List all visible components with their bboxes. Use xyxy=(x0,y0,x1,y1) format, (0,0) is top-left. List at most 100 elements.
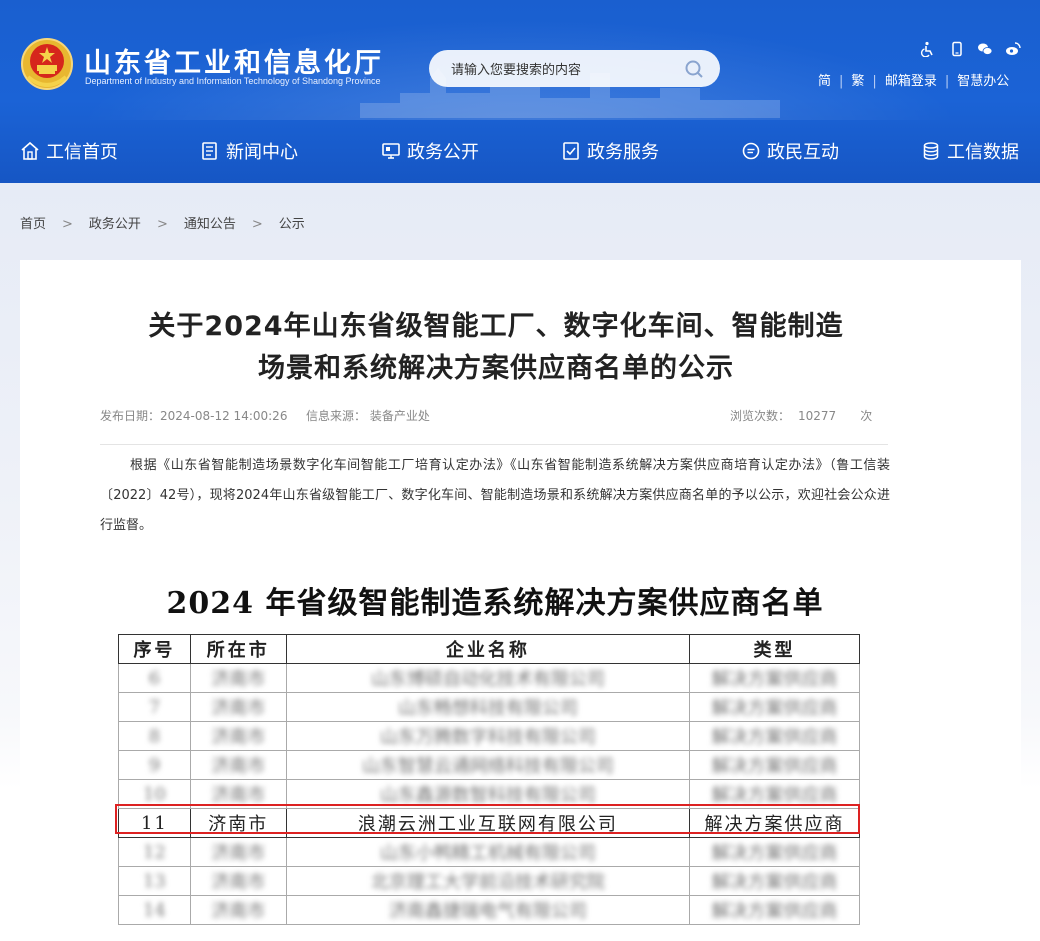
row-no: 12 xyxy=(118,837,191,867)
row-no: 11 xyxy=(118,808,191,838)
breadcrumb-gov-open[interactable]: 政务公开 xyxy=(89,217,141,232)
nav-home[interactable]: 工信首页 xyxy=(20,137,118,165)
row-type: 解决方案供应商 xyxy=(689,663,860,693)
header-type: 类型 xyxy=(689,634,860,664)
list-title: 2024 年省级智能制造系统解决方案供应商名单 xyxy=(166,586,824,621)
row-city: 济南市 xyxy=(189,837,287,867)
nav-interaction-label: 政民互动 xyxy=(767,142,839,163)
breadcrumb-home[interactable]: 首页 xyxy=(20,217,46,232)
accessibility-icon[interactable] xyxy=(919,41,935,58)
row-company: 浪潮云洲工业互联网有限公司 xyxy=(285,808,691,838)
row-type: 解决方案供应商 xyxy=(689,692,860,722)
site-title[interactable]: 山东省工业和信息化厅 xyxy=(84,41,384,80)
row-company: 山东小鸭精工机械有限公司 xyxy=(285,837,691,867)
article-title-line1: 关于2024年山东省级智能工厂、数字化车间、智能制造 xyxy=(148,311,844,342)
table-row: 13 济南市 北京理工大学前沿技术研究院 解决方案供应商 xyxy=(118,866,860,896)
row-city: 济南市 xyxy=(189,721,287,751)
row-no: 6 xyxy=(118,663,191,693)
breadcrumb-notices[interactable]: 通知公告 xyxy=(184,217,236,232)
site-header: 山东省工业和信息化厅 Department of Industry and In… xyxy=(0,0,1040,183)
row-type: 解决方案供应商 xyxy=(689,779,860,809)
nav-home-label: 工信首页 xyxy=(46,142,118,163)
top-links: 简 | 繁 | 邮箱登录 | 智慧办公 xyxy=(818,74,1010,89)
row-no: 7 xyxy=(118,692,191,722)
row-no: 9 xyxy=(118,750,191,780)
table-row: 10 济南市 山东鑫源数智科技有限公司 解决方案供应商 xyxy=(118,779,860,809)
row-company: 山东万腾数字科技有限公司 xyxy=(285,721,691,751)
row-type: 解决方案供应商 xyxy=(689,866,860,896)
row-city: 济南市 xyxy=(189,750,287,780)
row-no: 8 xyxy=(118,721,191,751)
nav-gov-open[interactable]: 政务公开 xyxy=(381,137,479,165)
row-city: 济南市 xyxy=(189,895,287,925)
view-count-label: 浏览次数： xyxy=(730,409,791,423)
home-icon xyxy=(21,141,39,160)
table-row: 6 济南市 山东博硕自动化技术有限公司 解决方案供应商 xyxy=(118,663,860,693)
smart-office-link[interactable]: 智慧办公 xyxy=(957,74,1009,89)
nav-interaction[interactable]: 政民互动 xyxy=(741,137,839,165)
article-body: 根据《山东省智能制造场景数字化车间智能工厂培育认定办法》《山东省智能制造系统解决… xyxy=(100,458,890,533)
row-city: 济南市 xyxy=(189,866,287,896)
table-row: 8 济南市 山东万腾数字科技有限公司 解决方案供应商 xyxy=(118,721,860,751)
table-row: 7 济南市 山东畅想科技有限公司 解决方案供应商 xyxy=(118,692,860,722)
publish-date: 发布日期：2024-08-12 14:00:26 xyxy=(100,409,288,423)
highlighted-row: 11 济南市 浪潮云洲工业互联网有限公司 解决方案供应商 xyxy=(118,808,860,838)
header-company: 企业名称 xyxy=(285,634,691,664)
row-company: 山东畅想科技有限公司 xyxy=(285,692,691,722)
table-row: 14 济南市 济南鑫捷瑞电气有限公司 解决方案供应商 xyxy=(118,895,860,925)
simplified-chinese-link[interactable]: 简 xyxy=(818,74,831,89)
row-type: 解决方案供应商 xyxy=(689,808,860,838)
top-icon-bar xyxy=(919,41,1029,59)
breadcrumb-publicity[interactable]: 公示 xyxy=(279,217,305,232)
nav-gov-service-label: 政务服务 xyxy=(587,142,659,163)
nav-news-label: 新闻中心 xyxy=(226,142,298,163)
row-type: 解决方案供应商 xyxy=(689,837,860,867)
row-city: 济南市 xyxy=(189,779,287,809)
row-company: 济南鑫捷瑞电气有限公司 xyxy=(285,895,691,925)
chat-icon xyxy=(742,142,760,160)
row-no: 13 xyxy=(118,866,191,896)
header-city: 所在市 xyxy=(189,634,287,664)
row-company: 山东博硕自动化技术有限公司 xyxy=(285,663,691,693)
view-count-unit: 次 xyxy=(860,409,873,423)
mobile-icon[interactable] xyxy=(949,41,965,57)
row-company: 山东鑫源数智科技有限公司 xyxy=(285,779,691,809)
row-city: 济南市 xyxy=(189,808,287,838)
row-city: 济南市 xyxy=(189,663,287,693)
weibo-icon[interactable] xyxy=(1005,41,1021,57)
main-nav: 工信首页 新闻中心 政务公开 政务服务 政民互动 工信数据 xyxy=(0,118,1040,183)
supplier-table: 序号 所在市 企业名称 类型 6 济南市 山东博硕自动化技术有限公司 解决方案供… xyxy=(118,634,860,925)
row-type: 解决方案供应商 xyxy=(689,895,860,925)
article-title: 关于2024年山东省级智能工厂、数字化车间、智能制造 场景和系统解决方案供应商名… xyxy=(96,306,896,390)
traditional-chinese-link[interactable]: 繁 xyxy=(851,74,864,89)
article-title-line2: 场景和系统解决方案供应商名单的公示 xyxy=(258,353,734,384)
nav-gov-service[interactable]: 政务服务 xyxy=(561,137,659,165)
view-count-value: 10277 xyxy=(798,409,837,423)
monitor-icon xyxy=(382,143,400,159)
search-box xyxy=(429,50,720,87)
nav-news[interactable]: 新闻中心 xyxy=(200,137,298,165)
row-type: 解决方案供应商 xyxy=(689,721,860,751)
row-no: 14 xyxy=(118,895,191,925)
row-company: 山东智慧云通网络科技有限公司 xyxy=(285,750,691,780)
breadcrumb: 首页 > 政务公开 > 通知公告 > 公示 xyxy=(20,217,305,232)
table-row: 9 济南市 山东智慧云通网络科技有限公司 解决方案供应商 xyxy=(118,750,860,780)
wechat-icon[interactable] xyxy=(977,41,993,57)
national-emblem-icon xyxy=(21,38,73,90)
database-icon xyxy=(923,142,939,160)
divider xyxy=(100,444,888,445)
nav-data-label: 工信数据 xyxy=(947,142,1019,163)
row-city: 济南市 xyxy=(189,692,287,722)
nav-gov-open-label: 政务公开 xyxy=(407,142,479,163)
view-count: 浏览次数： 10277 次 xyxy=(730,407,872,424)
search-icon[interactable] xyxy=(684,59,704,79)
row-type: 解决方案供应商 xyxy=(689,750,860,780)
nav-data[interactable]: 工信数据 xyxy=(921,137,1019,165)
service-icon xyxy=(563,142,579,160)
site-subtitle: Department of Industry and Information T… xyxy=(85,76,381,86)
mail-login-link[interactable]: 邮箱登录 xyxy=(885,74,937,89)
search-input[interactable] xyxy=(449,59,673,81)
row-no: 10 xyxy=(118,779,191,809)
table-header-row: 序号 所在市 企业名称 类型 xyxy=(118,634,860,664)
header-no: 序号 xyxy=(118,634,191,664)
